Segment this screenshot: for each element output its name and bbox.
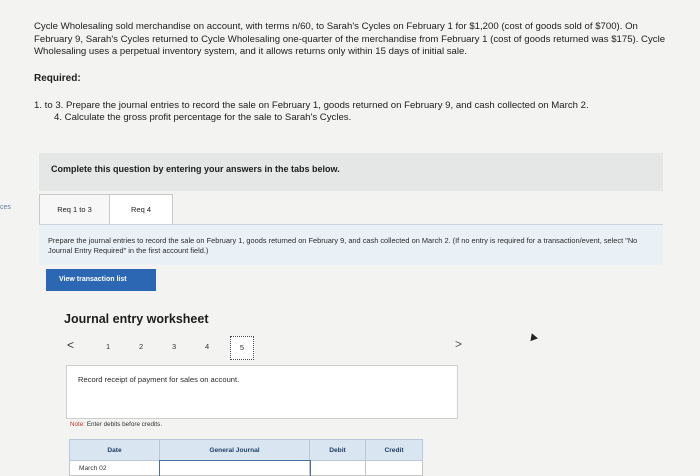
page-4[interactable]: 4 [205, 342, 209, 351]
col-header-date: Date [69, 439, 160, 461]
page-1[interactable]: 1 [106, 342, 110, 351]
page-2[interactable]: 2 [139, 342, 143, 351]
worksheet-title: Journal entry worksheet [64, 312, 209, 326]
instructions-text: Prepare the journal entries to record th… [48, 236, 638, 255]
col-header-debit: Debit [309, 439, 366, 461]
tab-req-1-to-3[interactable]: Req 1 to 3 [39, 194, 110, 225]
page-5[interactable]: 5 [230, 336, 254, 360]
worksheet-pager: < 1 2 3 4 5 [64, 336, 464, 362]
margin-label: ces [0, 204, 11, 211]
account-select[interactable] [158, 459, 311, 476]
note-prefix: Note: [70, 421, 86, 428]
complete-prompt-box: Complete this question by entering your … [39, 153, 663, 191]
chevron-left-icon[interactable]: < [67, 338, 74, 352]
note-text: Enter debits before credits. [86, 421, 163, 428]
view-transaction-list-button[interactable]: View transaction list [46, 269, 156, 291]
table-row: March 02 [69, 459, 423, 476]
journal-table: Date General Journal Debit Credit March … [69, 439, 423, 476]
problem-text: Cycle Wholesaling sold merchandise on ac… [34, 21, 666, 58]
col-header-general-journal: General Journal [159, 439, 310, 461]
debit-input[interactable] [309, 460, 366, 476]
complete-prompt: Complete this question by entering your … [51, 164, 340, 174]
required-list: 1. to 3. Prepare the journal entries to … [34, 100, 589, 125]
credit-input[interactable] [365, 460, 423, 476]
record-description-box: Record receipt of payment for sales on a… [66, 365, 458, 419]
problem-statement: Cycle Wholesaling sold merchandise on ac… [34, 21, 674, 59]
required-heading: Required: [34, 73, 81, 84]
col-header-credit: Credit [365, 439, 423, 461]
instructions-box: Prepare the journal entries to record th… [39, 224, 663, 265]
entry-note: Note: Enter debits before credits. [70, 421, 162, 428]
required-item-4: 4. Calculate the gross profit percentage… [54, 112, 352, 124]
required-item-1: 1. to 3. Prepare the journal entries to … [34, 100, 589, 111]
date-cell: March 02 [69, 460, 160, 476]
tab-req-4[interactable]: Req 4 [109, 194, 173, 225]
mouse-cursor-icon [528, 331, 538, 342]
chevron-right-icon[interactable]: > [455, 337, 462, 351]
record-description: Record receipt of payment for sales on a… [78, 375, 240, 384]
page-3[interactable]: 3 [172, 342, 176, 351]
